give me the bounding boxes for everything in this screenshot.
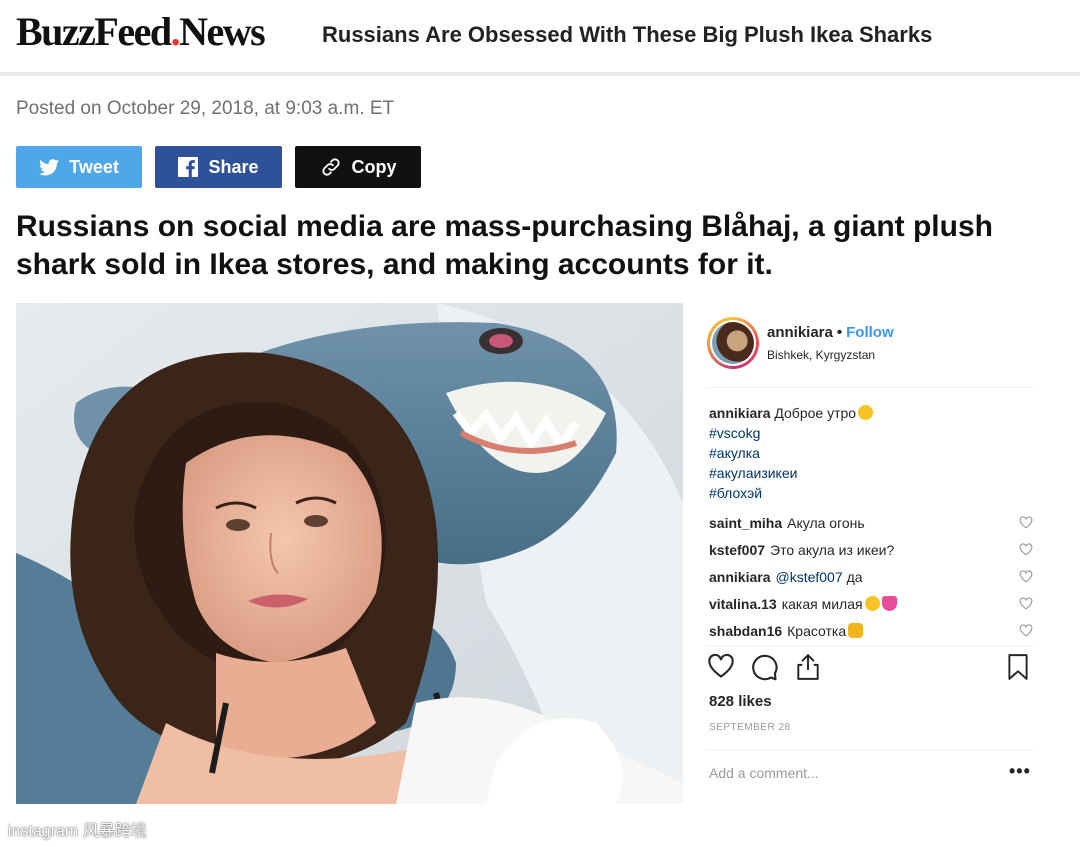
comment-text: Это акула из икеи? xyxy=(770,541,895,558)
share-icon[interactable] xyxy=(795,653,821,686)
instagram-post-card: annikiara • Follow Bishkek, Kyrgyzstan ann… xyxy=(683,303,1056,804)
share-label: Share xyxy=(208,156,259,177)
comments-list: saint_miha Акула огонь kstef007 Это акул… xyxy=(709,509,1033,644)
comment-mention[interactable]: @kstef007 xyxy=(775,569,842,585)
comment-username[interactable]: kstef007 xyxy=(709,542,765,558)
site-header: BuzzFeed.News Russians Are Obsessed With… xyxy=(0,0,1080,76)
like-comment-heart-icon[interactable] xyxy=(1019,624,1033,637)
post-actions xyxy=(707,653,1033,687)
share-buttons: Tweet Share Copy xyxy=(16,146,421,188)
comment-username[interactable]: annikiara xyxy=(709,569,770,585)
username-link[interactable]: annikiara xyxy=(767,324,833,341)
smile-emoji-icon xyxy=(858,405,874,420)
post-location[interactable]: Bishkek, Kyrgyzstan xyxy=(767,348,875,362)
comment-item: kstef007 Это акула из икеи? xyxy=(709,536,1033,563)
header-article-title: Russians Are Obsessed With These Big Plu… xyxy=(322,22,933,47)
separator-dot: • xyxy=(836,324,843,341)
comment-icon[interactable] xyxy=(751,653,779,686)
like-comment-heart-icon[interactable] xyxy=(1019,597,1033,610)
facebook-share-button[interactable]: Share xyxy=(155,146,282,188)
heart-eyes-emoji-icon xyxy=(864,596,880,611)
girl-with-shark-image xyxy=(16,303,683,804)
comment-text: Красотка xyxy=(787,622,847,639)
copy-label: Copy xyxy=(351,156,397,177)
logo-dot: . xyxy=(170,9,181,54)
header-divider xyxy=(707,387,1033,388)
caption-line: annikiara Доброе утро xyxy=(709,403,1033,423)
watermark-cn: 风暴跨境 xyxy=(82,823,147,840)
hashtag-link[interactable]: #акулаизикеи xyxy=(709,463,1033,483)
hashtag-link[interactable]: #блохэй xyxy=(709,483,1033,503)
caption-username[interactable]: annikiara xyxy=(709,405,770,421)
thumbs-up-emoji-icon xyxy=(848,623,864,638)
comment-text: да xyxy=(846,568,863,585)
post-date: SEPTEMBER 28 xyxy=(709,722,791,733)
facebook-icon xyxy=(178,157,199,177)
comment-item: annikiara @kstef007 да xyxy=(709,563,1033,590)
more-options-button[interactable]: ••• xyxy=(1009,761,1031,782)
comment-username[interactable]: saint_miha xyxy=(709,515,782,531)
comment-item: saint_miha Акула огонь xyxy=(709,509,1033,536)
likes-count[interactable]: 828 likes xyxy=(709,693,772,710)
avatar[interactable] xyxy=(707,317,759,369)
like-comment-heart-icon[interactable] xyxy=(1019,516,1033,529)
post-header: annikiara • Follow Bishkek, Kyrgyzstan xyxy=(707,317,1033,387)
post-author: annikiara • Follow xyxy=(767,324,894,341)
comment-item: shabdan16 Красотка xyxy=(709,617,1033,644)
hashtag-link[interactable]: #vscokg xyxy=(709,423,1033,443)
like-comment-heart-icon[interactable] xyxy=(1019,570,1033,583)
logo-buzzfeed: BuzzFeed xyxy=(16,9,172,54)
footer-divider xyxy=(707,749,1033,750)
follow-button[interactable]: Follow xyxy=(846,324,894,341)
comment-text: Акула огонь xyxy=(787,514,865,531)
caption-text: Доброе утро xyxy=(774,405,857,421)
comment-text: какая милая xyxy=(781,595,863,612)
instagram-photo[interactable] xyxy=(16,303,683,804)
tweet-label: Tweet xyxy=(69,156,119,177)
comment-item: vitalina.13 какая милая xyxy=(709,590,1033,617)
avatar-ring xyxy=(710,320,756,366)
bookmark-icon[interactable] xyxy=(1007,653,1029,686)
watermark: instagram 风暴跨境 xyxy=(8,817,147,841)
copy-link-button[interactable]: Copy xyxy=(295,146,421,188)
logo-news: News xyxy=(179,9,266,54)
hashtag-link[interactable]: #акулка xyxy=(709,443,1033,463)
post-caption: annikiara Доброе утро #vscokg #акулка #а… xyxy=(709,403,1033,503)
posted-timestamp: Posted on October 29, 2018, at 9:03 a.m.… xyxy=(16,98,395,119)
like-comment-heart-icon[interactable] xyxy=(1019,543,1033,556)
tweet-button[interactable]: Tweet xyxy=(16,146,142,188)
buzzfeed-news-logo[interactable]: BuzzFeed.News xyxy=(16,8,266,55)
add-comment-input[interactable]: Add a comment... xyxy=(709,765,819,781)
comment-username[interactable]: shabdan16 xyxy=(709,623,782,639)
link-icon xyxy=(320,156,342,178)
pink-heart-emoji-icon xyxy=(881,596,897,611)
avatar-photo xyxy=(712,322,754,364)
article-headline: Russians on social media are mass-purcha… xyxy=(16,210,993,281)
comments-divider xyxy=(707,645,1033,646)
twitter-bird-icon xyxy=(39,158,60,176)
watermark-instagram: instagram xyxy=(8,823,79,840)
heart-icon[interactable] xyxy=(707,653,735,684)
comment-username[interactable]: vitalina.13 xyxy=(709,596,777,612)
